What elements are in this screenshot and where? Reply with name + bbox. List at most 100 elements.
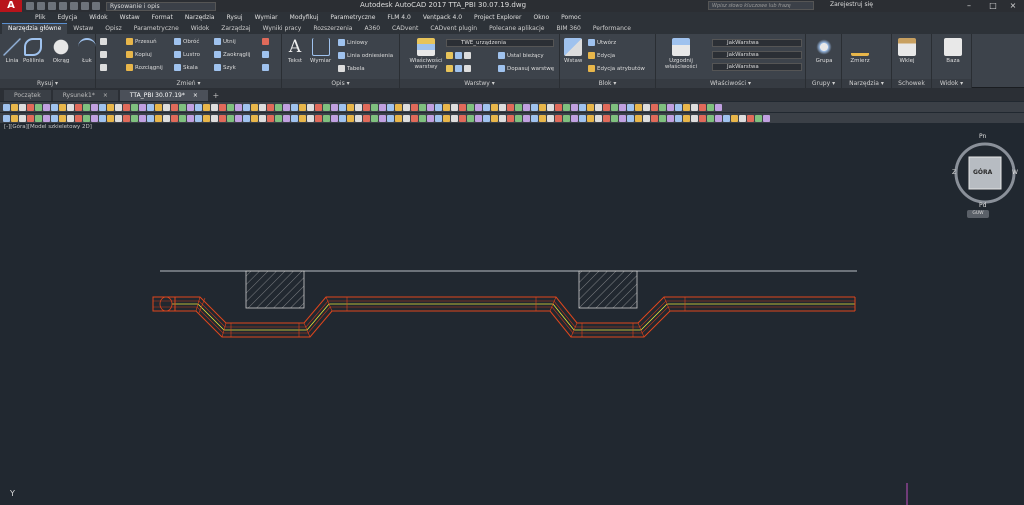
- insert-block-tool[interactable]: Wstaw: [564, 38, 582, 64]
- compass-west[interactable]: Z: [952, 169, 956, 176]
- toolbar-command-icon[interactable]: [147, 103, 154, 111]
- toolbar-command-icon[interactable]: [459, 114, 466, 122]
- freeze-icon[interactable]: [455, 52, 462, 59]
- toolbar-command-icon[interactable]: [435, 103, 442, 111]
- toolbar-command-icon[interactable]: [307, 103, 314, 111]
- menu-item[interactable]: Rysuj: [221, 14, 249, 21]
- toolbar-command-icon[interactable]: [603, 103, 610, 111]
- toolbar-command-icon[interactable]: [675, 103, 682, 111]
- toolbar-command-icon[interactable]: [427, 103, 434, 111]
- toolbar-command-icon[interactable]: [635, 114, 642, 122]
- toolbar-command-icon[interactable]: [675, 114, 682, 122]
- polyline-tool[interactable]: Polilinia: [23, 38, 44, 64]
- toolbar-command-icon[interactable]: [563, 114, 570, 122]
- menu-item[interactable]: FLM 4.0: [381, 14, 416, 21]
- toolbar-command-icon[interactable]: [131, 114, 138, 122]
- toolbar-command-icon[interactable]: [627, 103, 634, 111]
- toolbar-command-icon[interactable]: [27, 103, 34, 111]
- toolbar-command-icon[interactable]: [587, 114, 594, 122]
- toolbar-command-icon[interactable]: [203, 114, 210, 122]
- toolbar-command-icon[interactable]: [35, 114, 42, 122]
- tab-cadvent[interactable]: CADvent: [386, 24, 424, 34]
- toolbar-command-icon[interactable]: [523, 114, 530, 122]
- copy-tool[interactable]: Kopiuj: [126, 51, 152, 58]
- menu-item[interactable]: Wstaw: [114, 14, 146, 21]
- close-tab-icon[interactable]: ×: [193, 90, 198, 101]
- toolbar-command-icon[interactable]: [19, 114, 26, 122]
- toolbar-command-icon[interactable]: [611, 103, 618, 111]
- toolbar-command-icon[interactable]: [443, 103, 450, 111]
- dimension-tool[interactable]: Wymiar: [310, 38, 331, 64]
- toolbar-command-icon[interactable]: [11, 114, 18, 122]
- toolbar-command-icon[interactable]: [611, 114, 618, 122]
- toolbar-command-icon[interactable]: [123, 103, 130, 111]
- toolbar-command-icon[interactable]: [411, 103, 418, 111]
- leader-tool[interactable]: Linia odniesienia: [338, 52, 393, 59]
- toolbar-command-icon[interactable]: [603, 114, 610, 122]
- close-tab-icon[interactable]: ×: [103, 90, 108, 101]
- toolbar-command-icon[interactable]: [707, 103, 714, 111]
- toolbar-command-icon[interactable]: [187, 103, 194, 111]
- toolbar-command-icon[interactable]: [419, 103, 426, 111]
- toolbar-command-icon[interactable]: [659, 114, 666, 122]
- toolbar-command-icon[interactable]: [203, 103, 210, 111]
- tab-insert[interactable]: Wstaw: [67, 24, 99, 34]
- toolbar-command-icon[interactable]: [635, 103, 642, 111]
- toolbar-command-icon[interactable]: [323, 103, 330, 111]
- toolbar-command-icon[interactable]: [35, 103, 42, 111]
- toolbar-command-icon[interactable]: [99, 103, 106, 111]
- toolbar-command-icon[interactable]: [491, 103, 498, 111]
- toolbar-command-icon[interactable]: [51, 103, 58, 111]
- toolbar-command-icon[interactable]: [107, 103, 114, 111]
- toolbar-command-icon[interactable]: [3, 114, 10, 122]
- array-tool[interactable]: Szyk: [214, 64, 236, 71]
- explode-tool[interactable]: [262, 51, 269, 58]
- toolbar-command-icon[interactable]: [339, 114, 346, 122]
- match-properties-tool[interactable]: Uzgodnij właściwości: [660, 38, 702, 70]
- toolbar-command-icon[interactable]: [179, 103, 186, 111]
- toolbar-command-icon[interactable]: [459, 103, 466, 111]
- toolbar-command-icon[interactable]: [91, 114, 98, 122]
- menu-item[interactable]: Plik: [29, 14, 51, 21]
- toolbar-command-icon[interactable]: [683, 103, 690, 111]
- edit-attributes-tool[interactable]: Edycja atrybutów: [588, 65, 645, 72]
- toolbar-command-icon[interactable]: [395, 103, 402, 111]
- linetype-select[interactable]: JakWarstwa: [712, 51, 802, 59]
- toolbar-command-icon[interactable]: [227, 103, 234, 111]
- toolbar-command-icon[interactable]: [683, 114, 690, 122]
- toolbar-command-icon[interactable]: [163, 114, 170, 122]
- tab-annotate[interactable]: Opisz: [99, 24, 127, 34]
- menu-item[interactable]: Format: [146, 14, 179, 21]
- base-view-tool[interactable]: Baza: [938, 38, 968, 64]
- compass-south[interactable]: Pd: [979, 202, 986, 209]
- make-current-tool[interactable]: Ustal bieżący: [498, 52, 544, 59]
- toolbar-command-icon[interactable]: [563, 103, 570, 111]
- toolbar-command-icon[interactable]: [275, 103, 282, 111]
- toolbar-command-icon[interactable]: [467, 114, 474, 122]
- tab-output[interactable]: Wyniki pracy: [257, 24, 308, 34]
- toolbar-command-icon[interactable]: [19, 103, 26, 111]
- toolbar-command-icon[interactable]: [507, 103, 514, 111]
- close-icon[interactable]: ×: [1002, 0, 1024, 12]
- toolbar-command-icon[interactable]: [83, 114, 90, 122]
- circle-tool[interactable]: Okrąg: [52, 38, 70, 64]
- toolbar-command-icon[interactable]: [539, 114, 546, 122]
- menu-item[interactable]: Okno: [527, 14, 555, 21]
- menu-item[interactable]: Edycja: [51, 14, 83, 21]
- tab-manage[interactable]: Zarządzaj: [215, 24, 256, 34]
- create-block-tool[interactable]: Utwórz: [588, 39, 616, 46]
- toolbar-command-icon[interactable]: [355, 103, 362, 111]
- compass-north[interactable]: Pn: [979, 133, 986, 140]
- toolbar-command-icon[interactable]: [195, 103, 202, 111]
- toolbar-command-icon[interactable]: [235, 103, 242, 111]
- toolbar-command-icon[interactable]: [371, 114, 378, 122]
- toolbar-command-icon[interactable]: [579, 114, 586, 122]
- toolbar-command-icon[interactable]: [403, 114, 410, 122]
- toolbar-command-icon[interactable]: [531, 103, 538, 111]
- toolbar-command-icon[interactable]: [619, 103, 626, 111]
- toolbar-command-icon[interactable]: [299, 103, 306, 111]
- toolbar-command-icon[interactable]: [395, 114, 402, 122]
- layer-properties-tool[interactable]: Właściwości warstwy: [406, 38, 446, 70]
- toolbar-command-icon[interactable]: [27, 114, 34, 122]
- toolbar-command-icon[interactable]: [699, 114, 706, 122]
